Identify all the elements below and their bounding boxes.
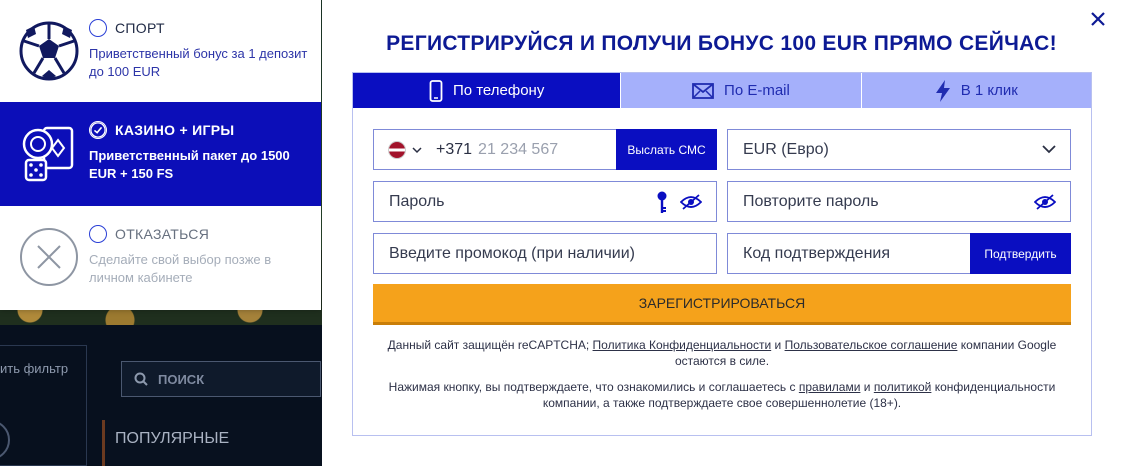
registration-modal: РЕГИСТРИРУЙСЯ И ПОЛУЧИ БОНУС 100 EUR ПРЯ… [322, 0, 1121, 466]
rules-link[interactable]: правилами [799, 380, 861, 394]
send-sms-button[interactable]: Выслать СМС [616, 129, 717, 170]
promo-code-field[interactable]: Введите промокод (при наличии) [373, 233, 717, 274]
refuse-x-circle-icon [20, 228, 78, 286]
bonus-option-sport[interactable]: СПОРТ Приветственный бонус за 1 депозит … [0, 0, 321, 102]
modal-title: РЕГИСТРИРУЙСЯ И ПОЛУЧИ БОНУС 100 EUR ПРЯ… [386, 32, 1057, 55]
bonus-selection-panel: СПОРТ Приветственный бонус за 1 депозит … [0, 0, 321, 310]
sport-description: Приветственный бонус за 1 депозит до 100… [89, 46, 308, 79]
password-placeholder: Пароль [389, 192, 445, 210]
bonus-option-refuse[interactable]: ОТКАЗАТЬСЯ Сделайте свой выбор позже в л… [0, 206, 321, 310]
currency-value: EUR (Евро) [743, 140, 829, 158]
repeat-password-field[interactable]: Повторите пароль [727, 181, 1071, 222]
code-placeholder: Код подтверждения [743, 244, 891, 262]
popular-category[interactable]: ПОПУЛЯРНЫЕ [102, 420, 322, 466]
terms-link[interactable]: Пользовательское соглашение [785, 338, 958, 352]
latvia-flag-icon[interactable] [388, 140, 406, 159]
repeat-password-placeholder: Повторите пароль [743, 192, 879, 210]
and-text: и [863, 380, 871, 394]
agreement-notice: Нажимая кнопку, вы подтверждаете, что оз… [373, 379, 1071, 411]
promo-placeholder: Введите промокод (при наличии) [389, 244, 635, 262]
tab-one-click-label: В 1 клик [960, 82, 1018, 99]
tab-phone[interactable]: По телефону [353, 73, 621, 108]
and-text: и [774, 338, 782, 352]
envelope-icon [692, 82, 714, 99]
privacy-policy-link[interactable]: Политика Конфиденциальности [593, 338, 772, 352]
phone-placeholder: 21 234 567 [478, 140, 559, 158]
search-icon [134, 372, 148, 386]
casino-title: КАЗИНО + ИГРЫ [115, 122, 235, 138]
currency-select[interactable]: EUR (Евро) [727, 129, 1071, 170]
confirm-button[interactable]: Подтвердить [970, 233, 1071, 274]
confirmation-code-field[interactable]: Код подтверждения Подтвердить [727, 233, 1071, 274]
dial-code: +371 [436, 140, 473, 158]
casino-radio-checked-icon[interactable] [89, 121, 107, 139]
registration-tabs: По телефону По E-mail В 1 клик [353, 73, 1091, 108]
filter-label: ить фильтр [0, 361, 69, 376]
chevron-down-icon [1042, 145, 1056, 154]
mobile-phone-icon [429, 79, 443, 102]
refuse-description: Сделайте свой выбор позже в личном кабин… [89, 252, 272, 285]
search-input[interactable]: ПОИСК [121, 361, 321, 397]
bonus-option-casino[interactable]: КАЗИНО + ИГРЫ Приветственный пакет до 15… [0, 102, 321, 206]
sport-radio[interactable] [89, 19, 107, 37]
tab-one-click[interactable]: В 1 клик [860, 73, 1091, 108]
register-button[interactable]: ЗАРЕГИСТРИРОВАТЬСЯ [373, 284, 1071, 325]
sport-title: СПОРТ [115, 20, 165, 36]
registration-form: По телефону По E-mail В 1 клик +371 21 2… [352, 72, 1092, 436]
chevron-down-icon[interactable] [412, 146, 422, 154]
recaptcha-prefix: Данный сайт защищён reCAPTCHA; [387, 338, 590, 352]
close-icon[interactable] [1087, 8, 1109, 30]
password-field[interactable]: Пароль [373, 181, 717, 222]
recaptcha-notice: Данный сайт защищён reCAPTCHA; Политика … [373, 337, 1071, 369]
eye-hidden-icon[interactable] [1034, 193, 1056, 210]
agree-prefix: Нажимая кнопку, вы подтверждаете, что оз… [388, 380, 796, 394]
tab-phone-label: По телефону [452, 82, 545, 99]
privacy-link[interactable]: политикой [874, 380, 932, 394]
search-placeholder: ПОИСК [158, 371, 205, 387]
tab-email-label: По E-mail [724, 82, 790, 99]
refuse-title: ОТКАЗАТЬСЯ [115, 226, 210, 242]
tab-email[interactable]: По E-mail [620, 73, 861, 108]
key-icon[interactable] [656, 190, 668, 214]
lightning-icon [935, 79, 950, 102]
casino-description: Приветственный пакет до 1500 EUR + 150 F… [89, 148, 290, 181]
refuse-radio[interactable] [89, 225, 107, 243]
soccer-ball-icon [19, 21, 79, 81]
eye-hidden-icon[interactable] [680, 193, 702, 210]
casino-chips-cards-icon [22, 126, 74, 182]
phone-field[interactable]: +371 21 234 567 Выслать СМС [373, 129, 717, 170]
